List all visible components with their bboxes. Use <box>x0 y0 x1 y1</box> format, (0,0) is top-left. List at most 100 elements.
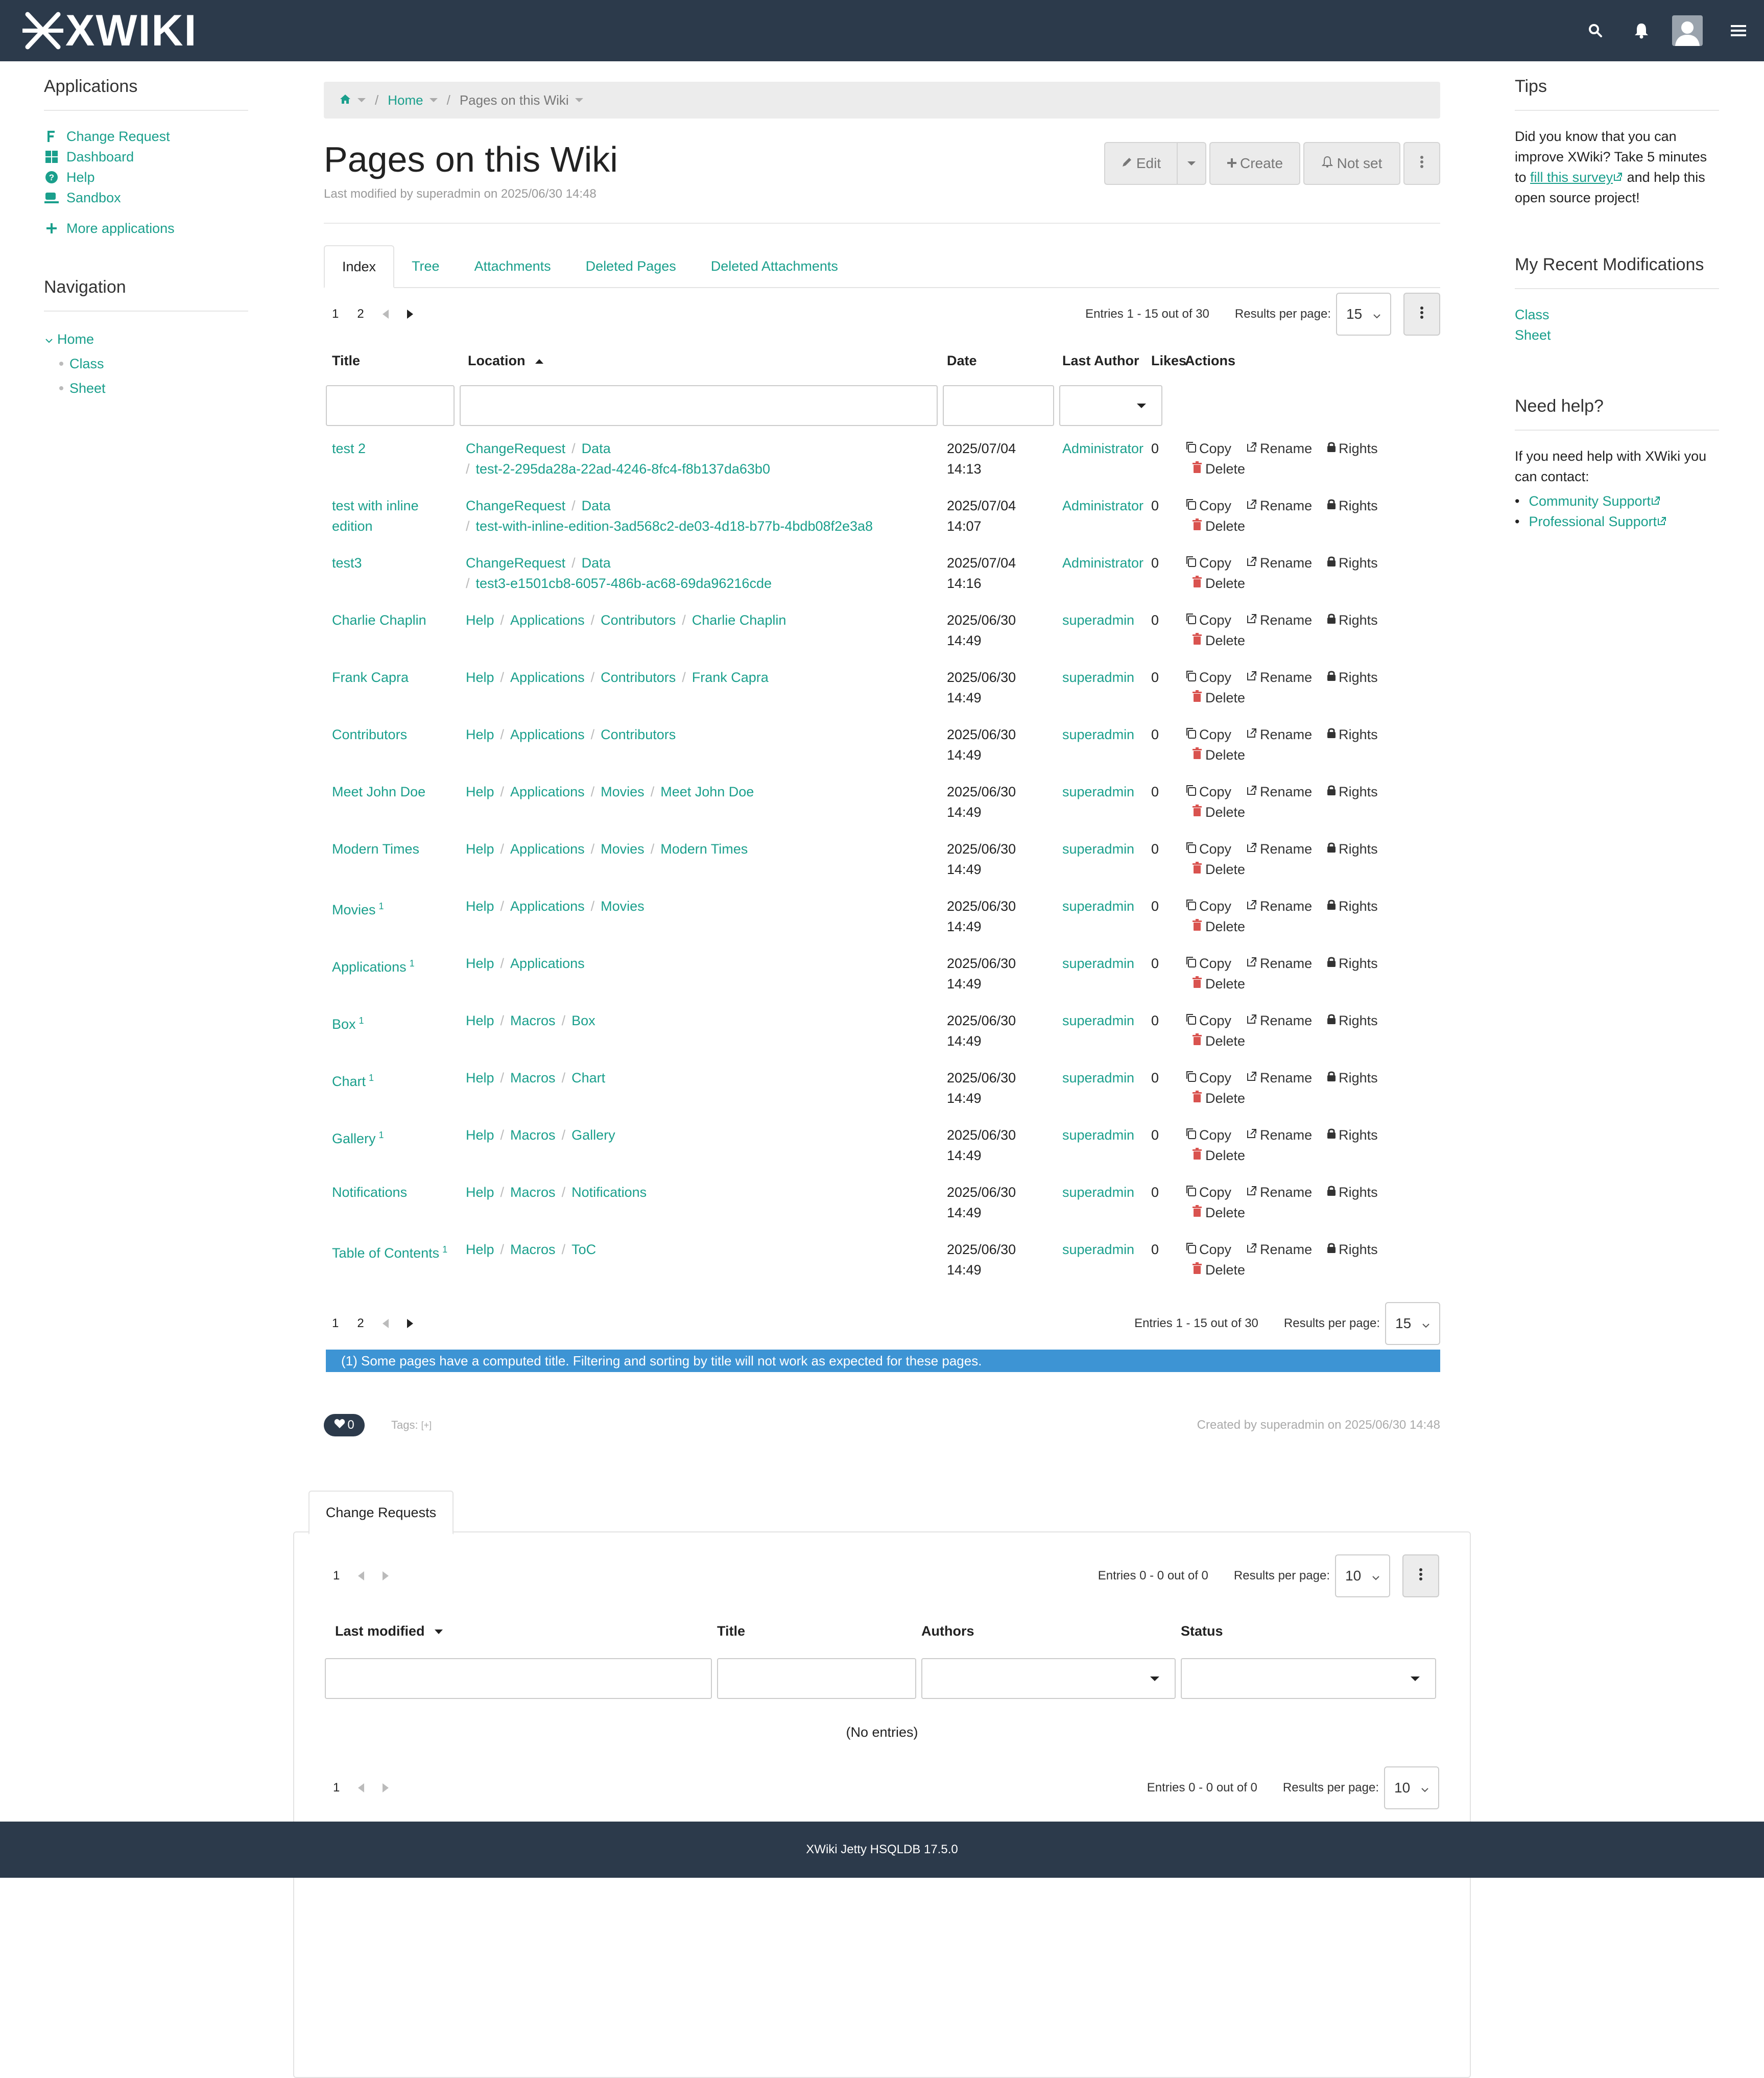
home-icon[interactable] <box>339 92 351 108</box>
next-page-icon[interactable] <box>383 1783 389 1792</box>
location-link[interactable]: ChangeRequest <box>466 555 565 571</box>
page-2[interactable]: 2 <box>357 1316 364 1331</box>
location-link[interactable]: Movies <box>601 784 645 799</box>
col-last-author[interactable]: Last Author <box>1057 353 1165 369</box>
page-title-link[interactable]: test3 <box>332 555 362 571</box>
author-link[interactable]: superadmin <box>1062 784 1134 799</box>
nav-home[interactable]: Home <box>45 327 248 351</box>
prev-page-icon[interactable] <box>358 1571 365 1580</box>
location-link[interactable]: Help <box>466 670 494 685</box>
author-link[interactable]: superadmin <box>1062 1070 1134 1085</box>
delete-action[interactable]: Delete <box>1192 802 1252 822</box>
rights-action[interactable]: Rights <box>1326 495 1385 516</box>
cr-filter-status[interactable] <box>1181 1658 1436 1699</box>
rights-action[interactable]: Rights <box>1326 782 1385 802</box>
recent-sheet-link[interactable]: Sheet <box>1515 325 1719 345</box>
location-link[interactable]: test3-e1501cb8-6057-486b-ac68-69da96216c… <box>476 576 772 591</box>
author-link[interactable]: superadmin <box>1062 727 1134 742</box>
rights-action[interactable]: Rights <box>1326 1182 1385 1202</box>
caret-icon[interactable] <box>429 98 438 102</box>
location-link[interactable]: Macros <box>510 1013 556 1028</box>
copy-action[interactable]: Copy <box>1185 1068 1238 1088</box>
location-link[interactable]: Help <box>466 1127 494 1143</box>
tab-attachments[interactable]: Attachments <box>457 245 568 287</box>
location-link[interactable]: Movies <box>601 899 645 914</box>
prev-page-icon[interactable] <box>382 310 389 319</box>
author-link[interactable]: Administrator <box>1062 498 1143 513</box>
tab-change-requests[interactable]: Change Requests <box>308 1491 454 1534</box>
location-link[interactable]: Gallery <box>571 1127 615 1143</box>
delete-action[interactable]: Delete <box>1192 1145 1252 1166</box>
tab-index[interactable]: Index <box>324 245 395 288</box>
page-title-link[interactable]: Modern Times <box>332 841 419 857</box>
location-link[interactable]: Help <box>466 784 494 799</box>
survey-link[interactable]: fill this survey <box>1530 170 1613 185</box>
page-title-link[interactable]: Box <box>332 1017 356 1032</box>
app-sandbox[interactable]: Sandbox <box>44 187 248 208</box>
xwiki-logo[interactable]: XWIKI <box>22 6 197 55</box>
page-title-link[interactable]: Meet John Doe <box>332 784 425 799</box>
location-link[interactable]: Chart <box>571 1070 605 1085</box>
next-page-icon[interactable] <box>407 1319 413 1328</box>
delete-action[interactable]: Delete <box>1192 859 1252 880</box>
copy-action[interactable]: Copy <box>1185 667 1238 688</box>
tab-deleted-attachments[interactable]: Deleted Attachments <box>694 245 855 287</box>
notifications-button[interactable]: Not set <box>1303 142 1400 185</box>
author-link[interactable]: superadmin <box>1062 670 1134 685</box>
location-link[interactable]: Help <box>466 612 494 628</box>
location-link[interactable]: Movies <box>601 841 645 857</box>
location-link[interactable]: Help <box>466 899 494 914</box>
rpp-select[interactable]: 15 <box>1385 1302 1440 1345</box>
location-link[interactable]: Macros <box>510 1185 556 1200</box>
like-button[interactable]: 0 <box>324 1414 365 1436</box>
rename-action[interactable]: Rename <box>1246 553 1319 573</box>
cr-col-status[interactable]: Status <box>1181 1623 1223 1639</box>
edit-button[interactable]: Edit <box>1104 142 1178 185</box>
page-title-link[interactable]: test with inline edition <box>332 498 419 534</box>
menu-icon[interactable] <box>1723 15 1754 46</box>
tab-tree[interactable]: Tree <box>394 245 457 287</box>
location-link[interactable]: Applications <box>510 841 585 857</box>
location-link[interactable]: Help <box>466 841 494 857</box>
rights-action[interactable]: Rights <box>1326 953 1385 974</box>
location-link[interactable]: Frank Capra <box>692 670 769 685</box>
prev-page-icon[interactable] <box>382 1319 389 1328</box>
rename-action[interactable]: Rename <box>1246 610 1319 630</box>
filter-location-input[interactable] <box>460 385 938 426</box>
location-link[interactable]: Macros <box>510 1127 556 1143</box>
delete-action[interactable]: Delete <box>1192 1031 1252 1051</box>
delete-action[interactable]: Delete <box>1192 916 1252 937</box>
location-link[interactable]: Data <box>582 441 611 456</box>
page-title-link[interactable]: Notifications <box>332 1185 407 1200</box>
rename-action[interactable]: Rename <box>1246 667 1319 688</box>
next-page-icon[interactable] <box>407 310 413 319</box>
copy-action[interactable]: Copy <box>1185 839 1238 859</box>
copy-action[interactable]: Copy <box>1185 495 1238 516</box>
rename-action[interactable]: Rename <box>1246 839 1319 859</box>
cr-table-options-button[interactable] <box>1402 1554 1439 1597</box>
rights-action[interactable]: Rights <box>1326 438 1385 459</box>
app-help[interactable]: ? Help <box>44 167 248 187</box>
location-link[interactable]: Applications <box>510 784 585 799</box>
author-link[interactable]: superadmin <box>1062 612 1134 628</box>
page-title-link[interactable]: Movies <box>332 902 376 917</box>
col-date[interactable]: Date <box>941 353 1057 369</box>
author-link[interactable]: superadmin <box>1062 1242 1134 1257</box>
author-link[interactable]: superadmin <box>1062 1185 1134 1200</box>
author-link[interactable]: superadmin <box>1062 1127 1134 1143</box>
user-avatar[interactable] <box>1672 15 1703 46</box>
author-link[interactable]: Administrator <box>1062 441 1143 456</box>
rename-action[interactable]: Rename <box>1246 1010 1319 1031</box>
cr-filter-title[interactable] <box>717 1658 916 1699</box>
caret-icon[interactable] <box>357 98 366 102</box>
rights-action[interactable]: Rights <box>1326 1239 1385 1260</box>
location-link[interactable]: Applications <box>510 956 585 971</box>
delete-action[interactable]: Delete <box>1192 573 1252 594</box>
next-page-icon[interactable] <box>383 1571 389 1580</box>
rights-action[interactable]: Rights <box>1326 896 1385 916</box>
cr-col-last-modified[interactable]: Last modified <box>325 1623 717 1639</box>
copy-action[interactable]: Copy <box>1185 1239 1238 1260</box>
location-link[interactable]: Charlie Chaplin <box>692 612 786 628</box>
page-title-link[interactable]: Table of Contents <box>332 1245 439 1261</box>
page-2[interactable]: 2 <box>357 307 364 321</box>
